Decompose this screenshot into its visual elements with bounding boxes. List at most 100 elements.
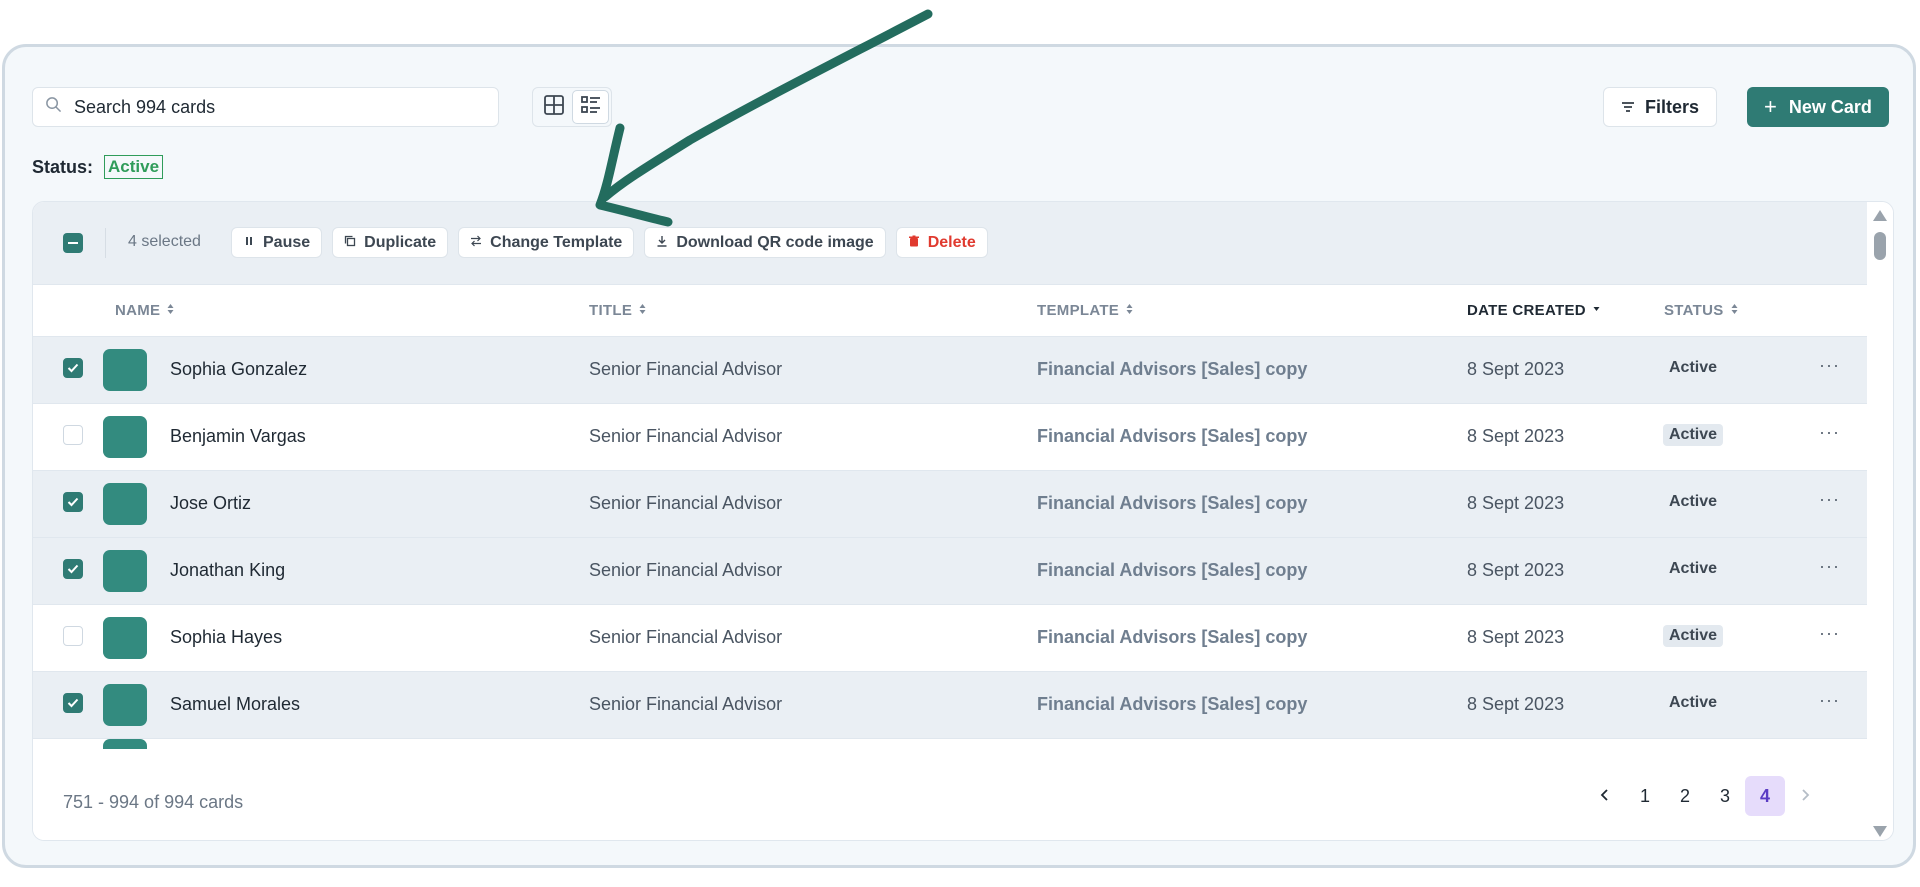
more-options-icon[interactable]: ···: [1819, 556, 1840, 577]
vertical-scrollbar[interactable]: [1867, 202, 1893, 840]
status-badge: Active: [1669, 560, 1718, 577]
cell-name[interactable]: Samuel Morales: [170, 694, 300, 715]
column-header-status[interactable]: STATUS: [1664, 302, 1738, 319]
row-checkbox[interactable]: [63, 425, 83, 445]
cell-template[interactable]: Financial Advisors [Sales] copy: [1037, 426, 1307, 447]
next-page-button[interactable]: [1785, 776, 1825, 816]
table-row-partial: [33, 739, 1869, 757]
new-card-label: New Card: [1788, 96, 1872, 117]
sort-icon: [167, 302, 174, 319]
duplicate-icon: [344, 234, 356, 252]
avatar: [103, 684, 147, 726]
plus-icon: +: [1764, 94, 1777, 119]
cell-template[interactable]: Financial Advisors [Sales] copy: [1037, 694, 1307, 715]
toolbar: Filters + New Card: [32, 87, 1889, 127]
pause-label: Pause: [263, 233, 311, 251]
filters-button[interactable]: Filters: [1603, 87, 1717, 127]
row-checkbox[interactable]: [63, 559, 83, 579]
cell-template[interactable]: Financial Advisors [Sales] copy: [1037, 359, 1307, 380]
page-4-button[interactable]: 4: [1745, 776, 1785, 816]
table-row[interactable]: Sophia Hayes Senior Financial Advisor Fina…: [33, 605, 1869, 672]
sort-icon: [1126, 302, 1133, 319]
table-row[interactable]: Sophia Gonzalez Senior Financial Advisor F…: [33, 337, 1869, 404]
row-checkbox[interactable]: [63, 358, 83, 378]
duplicate-label: Duplicate: [364, 233, 437, 251]
cell-name[interactable]: Sophia Hayes: [170, 627, 282, 648]
table-footer: 751 - 994 of 994 cards 1234: [33, 762, 1869, 840]
grid-view-button[interactable]: [535, 90, 572, 124]
filter-icon: [1621, 97, 1635, 118]
filters-label: Filters: [1644, 96, 1700, 117]
view-toggle: [532, 87, 612, 127]
status-badge: Active: [1669, 493, 1718, 510]
cell-date-created: 8 Sept 2023: [1467, 694, 1565, 714]
divider: [105, 228, 106, 258]
avatar: [103, 349, 147, 391]
column-status-label: STATUS: [1664, 302, 1724, 319]
previous-page-button[interactable]: [1585, 776, 1625, 816]
cell-name[interactable]: Benjamin Vargas: [170, 426, 306, 447]
more-options-icon[interactable]: ···: [1819, 623, 1840, 644]
trash-icon: [908, 234, 920, 252]
cards-table: 4 selected Pause Duplicate Change Templa…: [32, 201, 1894, 841]
column-date-label: DATE CREATED: [1467, 302, 1586, 319]
more-options-icon[interactable]: ···: [1819, 489, 1840, 510]
page-2-button[interactable]: 2: [1665, 776, 1705, 816]
chevron-left-icon: [1600, 785, 1610, 808]
status-filter-label: Status:: [32, 156, 94, 177]
scroll-down-arrow[interactable]: [1873, 826, 1887, 837]
sort-descending-icon: [1593, 302, 1600, 319]
cell-template[interactable]: Financial Advisors [Sales] copy: [1037, 560, 1307, 581]
page-1-button[interactable]: 1: [1625, 776, 1665, 816]
avatar: [103, 617, 147, 659]
column-header-name[interactable]: NAME: [115, 302, 174, 319]
scroll-up-arrow[interactable]: [1873, 210, 1887, 221]
more-options-icon[interactable]: ···: [1819, 690, 1840, 711]
column-header-title[interactable]: TITLE: [589, 302, 646, 319]
avatar: [103, 550, 147, 592]
cell-date-created: 8 Sept 2023: [1467, 560, 1565, 580]
column-header-date-created[interactable]: DATE CREATED: [1467, 302, 1600, 319]
duplicate-button[interactable]: Duplicate: [332, 227, 449, 258]
more-options-icon[interactable]: ···: [1819, 422, 1840, 443]
pagination-range: 751 - 994 of 994 cards: [63, 792, 244, 812]
download-qr-button[interactable]: Download QR code image: [644, 227, 886, 258]
list-view-button[interactable]: [572, 90, 609, 124]
cell-title: Senior Financial Advisor: [589, 359, 783, 379]
cell-template[interactable]: Financial Advisors [Sales] copy: [1037, 493, 1307, 514]
chevron-right-icon: [1800, 785, 1810, 808]
cell-template[interactable]: Financial Advisors [Sales] copy: [1037, 627, 1307, 648]
status-filter-chip[interactable]: Active: [104, 155, 164, 179]
select-all-checkbox[interactable]: [63, 233, 83, 253]
cell-name[interactable]: Jose Ortiz: [170, 493, 251, 514]
sort-icon: [639, 302, 646, 319]
row-checkbox[interactable]: [63, 693, 83, 713]
table-body: Sophia Gonzalez Senior Financial Advisor F…: [33, 337, 1869, 757]
cell-name[interactable]: Jonathan King: [170, 560, 285, 581]
column-header-template[interactable]: TEMPLATE: [1037, 302, 1133, 319]
change-template-button[interactable]: Change Template: [458, 227, 635, 258]
cell-title: Senior Financial Advisor: [589, 493, 783, 513]
status-badge: Active: [1663, 625, 1724, 647]
cell-date-created: 8 Sept 2023: [1467, 627, 1565, 647]
search-input[interactable]: [74, 96, 474, 118]
cell-date-created: 8 Sept 2023: [1467, 426, 1565, 446]
more-options-icon[interactable]: ···: [1819, 355, 1840, 376]
app-frame: Filters + New Card Status: Active 4 sele…: [2, 44, 1916, 868]
download-icon: [656, 234, 668, 252]
page-3-button[interactable]: 3: [1705, 776, 1745, 816]
table-row[interactable]: Jonathan King Senior Financial Advisor Fin…: [33, 538, 1869, 605]
delete-button[interactable]: Delete: [895, 227, 988, 258]
search-box[interactable]: [32, 87, 499, 127]
avatar: [103, 483, 147, 525]
scroll-thumb[interactable]: [1874, 232, 1886, 260]
table-row[interactable]: Jose Ortiz Senior Financial Advisor Financ…: [33, 471, 1869, 538]
pause-button[interactable]: Pause: [231, 227, 323, 258]
table-row[interactable]: Samuel Morales Senior Financial Advisor Fi…: [33, 672, 1869, 739]
row-checkbox[interactable]: [63, 626, 83, 646]
bulk-action-bar: 4 selected Pause Duplicate Change Templa…: [33, 202, 1869, 285]
new-card-button[interactable]: + New Card: [1747, 87, 1889, 127]
cell-name[interactable]: Sophia Gonzalez: [170, 359, 307, 380]
row-checkbox[interactable]: [63, 492, 83, 512]
table-row[interactable]: Benjamin Vargas Senior Financial Advisor F…: [33, 404, 1869, 471]
